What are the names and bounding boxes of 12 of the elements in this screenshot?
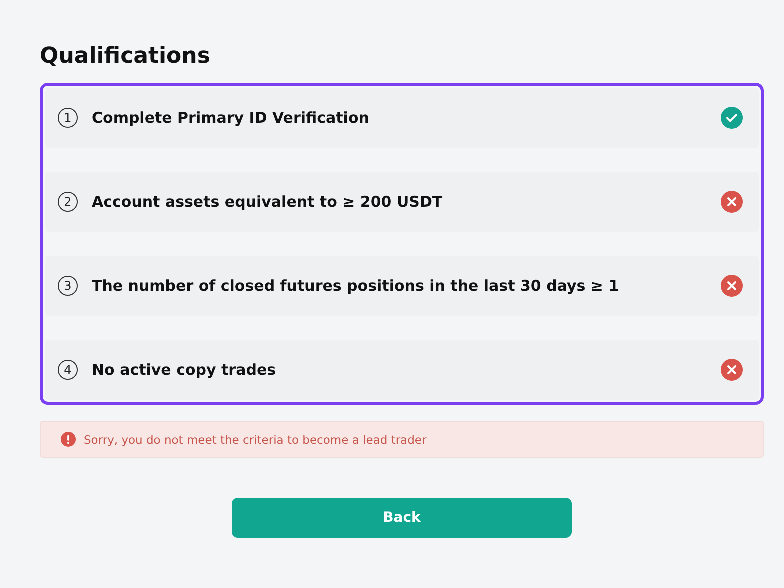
step-number: 1: [58, 108, 78, 128]
step-number: 3: [58, 276, 78, 296]
criterion-label: The number of closed futures positions in the last 30 days ≥ 1: [92, 277, 620, 295]
error-message: Sorry, you do not meet the criteria to become a lead trader: [84, 432, 427, 446]
criterion-label: No active copy trades: [92, 361, 278, 379]
criterion-label: Complete Primary ID Verification: [92, 109, 370, 127]
step-number: 2: [58, 192, 78, 212]
criterion-label: Account assets equivalent to ≥ 200 USDT: [92, 193, 444, 211]
back-button[interactable]: Back: [232, 498, 572, 538]
step-number: 4: [58, 360, 78, 380]
error-icon: [61, 432, 76, 447]
section-title: Qualifications: [40, 44, 212, 69]
